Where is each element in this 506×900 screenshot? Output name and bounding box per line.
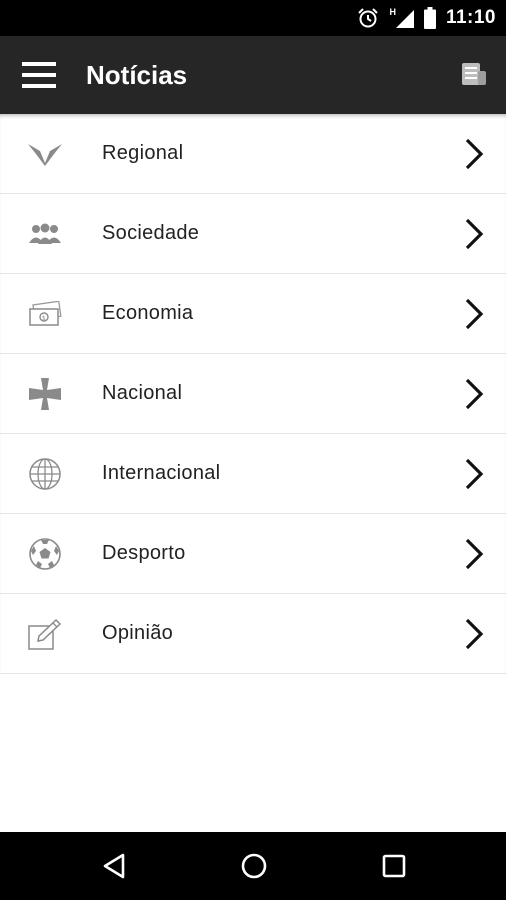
cross-icon — [26, 375, 64, 413]
chevron-right-icon — [465, 298, 484, 330]
status-time: 11:10 — [445, 7, 496, 28]
people-group-icon — [26, 215, 64, 253]
navigation-bar — [0, 832, 506, 900]
list-item-label: Regional — [102, 142, 184, 164]
newspaper-button[interactable] — [460, 61, 488, 89]
chevron-right-icon — [465, 218, 484, 250]
chevron-right-icon — [465, 138, 484, 170]
list-item-label: Economia — [102, 302, 194, 324]
money-banknote-icon: $ — [26, 295, 64, 333]
list-item-economia[interactable]: $ Economia — [0, 274, 506, 354]
svg-text:$: $ — [42, 315, 46, 322]
hamburger-menu-icon — [22, 62, 56, 88]
list-item-opiniao[interactable]: Opinião — [0, 594, 506, 674]
list-item-label: Desporto — [102, 542, 186, 564]
home-circle-icon — [241, 853, 267, 879]
back-triangle-icon — [103, 853, 125, 879]
chevron-right-icon — [465, 538, 484, 570]
menu-button[interactable] — [22, 62, 56, 88]
battery-icon — [423, 7, 436, 29]
list-item-label: Sociedade — [102, 222, 200, 244]
list-item-label: Nacional — [102, 382, 183, 404]
recents-square-icon — [382, 854, 406, 878]
list-item-internacional[interactable]: Internacional — [0, 434, 506, 514]
chevron-right-icon — [465, 378, 484, 410]
eagle-icon — [26, 135, 64, 173]
status-icons: H 11:10 — [357, 0, 496, 36]
signal-icon — [395, 10, 414, 28]
news-category-list: Regional Sociedade $ Economia Nacional I… — [0, 114, 506, 674]
list-item-label: Internacional — [102, 462, 221, 484]
soccer-ball-icon — [26, 535, 64, 573]
globe-icon — [26, 455, 64, 493]
home-button[interactable] — [239, 851, 269, 881]
list-item-desporto[interactable]: Desporto — [0, 514, 506, 594]
chevron-right-icon — [465, 458, 484, 490]
list-item-nacional[interactable]: Nacional — [0, 354, 506, 434]
newspaper-icon — [462, 63, 486, 85]
list-item-label: Opinião — [102, 622, 174, 644]
list-item-sociedade[interactable]: Sociedade — [0, 194, 506, 274]
back-button[interactable] — [99, 851, 129, 881]
chevron-right-icon — [465, 618, 484, 650]
app-bar: Notícias — [0, 36, 506, 114]
network-indicator: H — [389, 8, 414, 28]
recents-button[interactable] — [379, 851, 409, 881]
list-item-regional[interactable]: Regional — [0, 114, 506, 194]
pencil-paper-icon — [26, 615, 64, 653]
alarm-icon — [358, 8, 379, 28]
page-title: Notícias — [86, 60, 188, 90]
status-bar: H 11:10 — [0, 0, 506, 36]
